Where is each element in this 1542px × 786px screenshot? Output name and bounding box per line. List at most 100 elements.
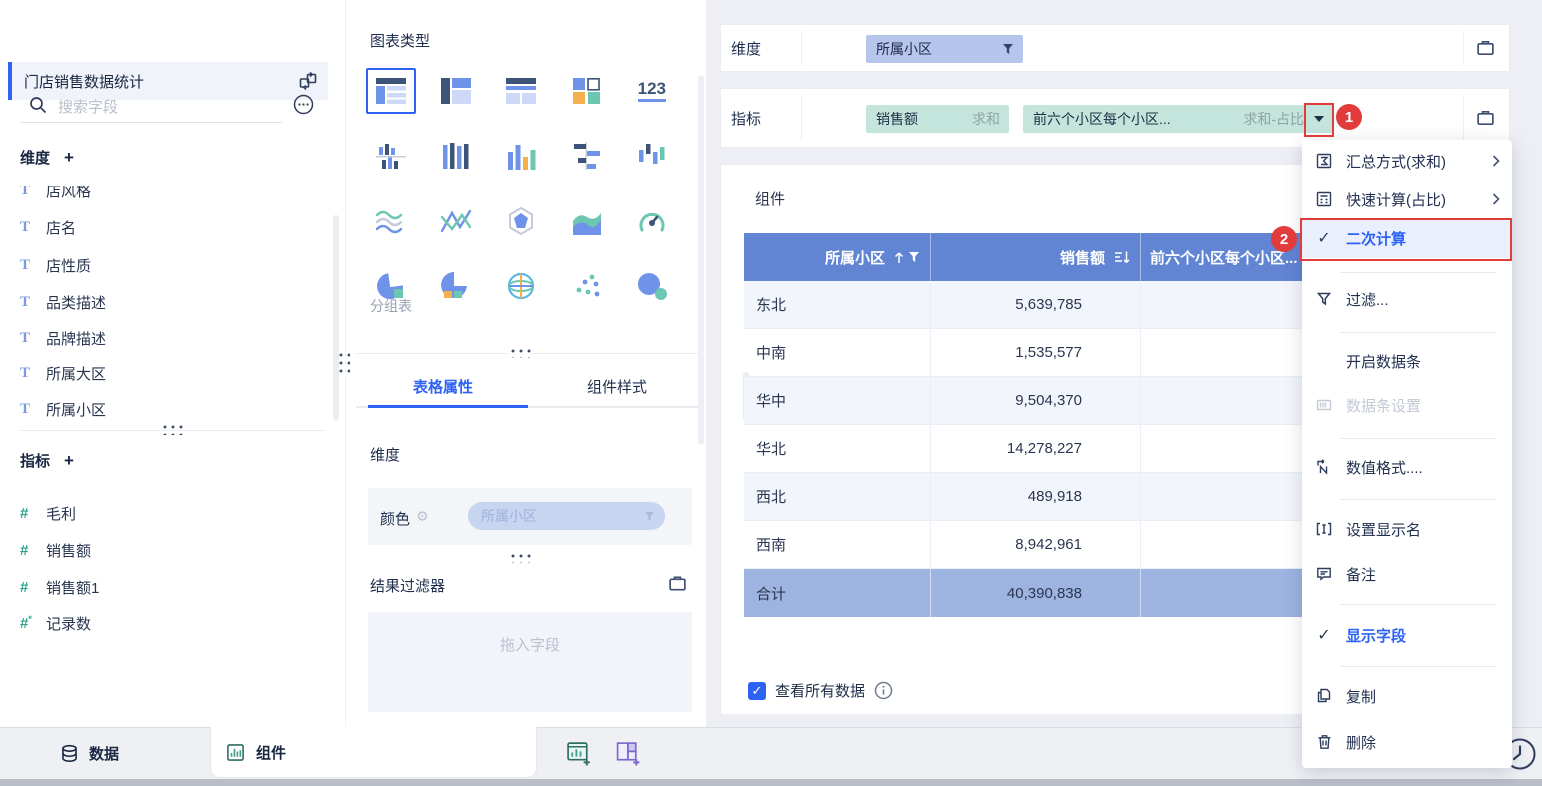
chart-type-line[interactable] [366, 198, 416, 244]
chart-type-range-column[interactable] [627, 133, 677, 179]
dimension-pill[interactable]: 所属小区 [866, 35, 1023, 63]
field-item[interactable]: #* 记录数 [20, 610, 320, 636]
sidebar-resize-handle[interactable] [161, 423, 186, 435]
chart-type-column[interactable] [496, 133, 546, 179]
chart-type-group-table[interactable] [366, 68, 416, 114]
component-chart-icon [227, 743, 244, 761]
dropzone-placeholder: 拖入字段 [499, 637, 560, 654]
chart-type-multi-pie[interactable] [431, 263, 481, 309]
menu-item-filter[interactable]: 过滤... [1302, 280, 1512, 318]
dropdown-caret-icon[interactable] [1314, 116, 1324, 122]
chart-type-grouped-column[interactable] [366, 133, 416, 179]
chart-type-gauge[interactable] [627, 198, 677, 244]
chart-type-bar[interactable] [562, 133, 612, 179]
switch-dataset-icon[interactable] [298, 71, 318, 91]
chart-type-rose[interactable] [496, 263, 546, 309]
databar-icon [1315, 397, 1333, 413]
field-item[interactable]: T 品类描述 [20, 289, 320, 315]
database-icon [62, 744, 77, 762]
menu-item-quick-calc[interactable]: 快速计算(占比) [1302, 180, 1512, 218]
table-header-sales[interactable]: 销售额 [931, 233, 1141, 281]
panel-resize-handle[interactable] [509, 347, 531, 358]
menu-item-enable-databar[interactable]: 开启数据条 [1302, 343, 1512, 379]
chart-type-detail-table[interactable] [496, 68, 546, 114]
tab-component-active[interactable]: 组件 [210, 727, 537, 778]
menu-item-display-name[interactable]: 设置显示名 [1302, 511, 1512, 547]
text-field-icon: T [20, 218, 31, 235]
shelf-briefcase-icon[interactable] [1476, 39, 1495, 58]
field-item[interactable]: T 所属大区 [20, 360, 320, 386]
dimensions-label: 维度 [20, 150, 51, 167]
gear-icon[interactable]: ⚙ [416, 508, 429, 525]
view-all-data-row: ✓ 查看所有数据 [748, 680, 893, 701]
sort-asc-icon[interactable] [894, 251, 904, 264]
table-header-region[interactable]: 所属小区 [744, 233, 931, 281]
funnel-icon[interactable] [1002, 43, 1014, 55]
properties-tabbar: 表格属性 组件样式 [356, 366, 704, 406]
add-metric-button[interactable]: + [64, 451, 74, 471]
chart-type-cross-table[interactable] [431, 68, 481, 114]
chart-type-bubble[interactable] [627, 263, 677, 309]
panel-scrollbar[interactable] [698, 75, 704, 445]
menu-divider [1340, 604, 1496, 605]
chart-type-color-block[interactable] [562, 68, 612, 114]
number-field-icon: # [20, 504, 29, 522]
chevron-right-icon [1492, 155, 1500, 167]
menu-item-number-format[interactable]: 数值格式.... [1302, 449, 1512, 485]
color-label: 颜色 [380, 511, 411, 528]
rename-icon [1315, 521, 1333, 537]
chart-type-radar[interactable] [496, 198, 546, 244]
field-item[interactable]: # 销售额1 [20, 574, 320, 600]
metric-pill-calc[interactable]: 前六个小区每个小区... 求和-占比 [1023, 105, 1333, 133]
funnel-icon [644, 511, 655, 521]
add-dimension-button[interactable]: + [64, 148, 74, 168]
trash-icon [1315, 734, 1333, 750]
field-item[interactable]: # 销售额 [20, 537, 320, 563]
bi-dashboard-editor: 门店销售数据统计 搜索字段 维度 + T 店风格 T 店名 T 店性质 T 品类… [0, 0, 1542, 786]
sidebar-scrollbar[interactable] [333, 215, 339, 420]
info-icon[interactable] [874, 681, 893, 700]
filter-briefcase-icon[interactable] [668, 574, 687, 593]
more-options-icon[interactable] [292, 93, 315, 116]
add-component-icon[interactable] [566, 740, 593, 767]
color-field-pill[interactable]: 所属小区 [468, 502, 665, 530]
shelf-briefcase-icon[interactable] [1476, 109, 1495, 128]
comment-icon [1315, 566, 1333, 582]
calculated-field-icon: #* [20, 614, 32, 632]
tab-component-style[interactable]: 组件样式 [530, 366, 704, 406]
section-resize-handle[interactable] [509, 552, 531, 563]
field-item[interactable]: T 店名 [20, 214, 320, 240]
menu-item-aggregation[interactable]: 汇总方式(求和) [1302, 142, 1512, 180]
field-item[interactable]: T 品牌描述 [20, 325, 320, 351]
field-item[interactable]: T 所属小区 [20, 396, 320, 422]
menu-item-copy[interactable]: 复制 [1302, 678, 1512, 714]
metric-pill-sales[interactable]: 销售额 求和 [866, 105, 1009, 133]
copy-icon [1315, 688, 1333, 704]
chart-type-kpi-card[interactable]: 123 [627, 68, 677, 114]
chart-type-multi-column[interactable] [431, 133, 481, 179]
field-item[interactable]: T 店性质 [20, 252, 320, 278]
result-filter-dropzone[interactable]: 拖入字段 [368, 612, 692, 712]
menu-item-note[interactable]: 备注 [1302, 556, 1512, 592]
funnel-icon[interactable] [908, 251, 920, 263]
field-item-clipped[interactable]: T 店风格 [20, 186, 320, 203]
menu-item-show-fields[interactable]: ✓ 显示字段 [1302, 617, 1512, 653]
search-icon [28, 95, 48, 115]
tab-data[interactable]: 数据 [60, 727, 119, 779]
shelf-divider [801, 31, 802, 65]
metric-shelf: 指标 销售额 求和 前六个小区每个小区... 求和-占比 [720, 88, 1510, 148]
view-all-checkbox[interactable]: ✓ [748, 681, 766, 700]
chart-type-scatter[interactable] [562, 263, 612, 309]
panel-splitter-handle[interactable] [337, 351, 350, 373]
dataset-selector[interactable]: 门店销售数据统计 [8, 62, 328, 100]
tab-table-properties[interactable]: 表格属性 [356, 366, 530, 406]
custom-sort-icon[interactable] [1114, 250, 1130, 264]
chart-type-area[interactable] [562, 198, 612, 244]
menu-item-delete[interactable]: 删除 [1302, 724, 1512, 760]
field-item[interactable]: # 毛利 [20, 500, 320, 526]
menu-item-secondary-calc[interactable]: ✓ 二次计算 [1302, 218, 1512, 258]
search-input[interactable]: 搜索字段 [58, 96, 118, 117]
chart-type-multi-line[interactable] [431, 198, 481, 244]
add-dashboard-icon[interactable] [615, 740, 642, 767]
number-format-icon [1315, 459, 1333, 475]
